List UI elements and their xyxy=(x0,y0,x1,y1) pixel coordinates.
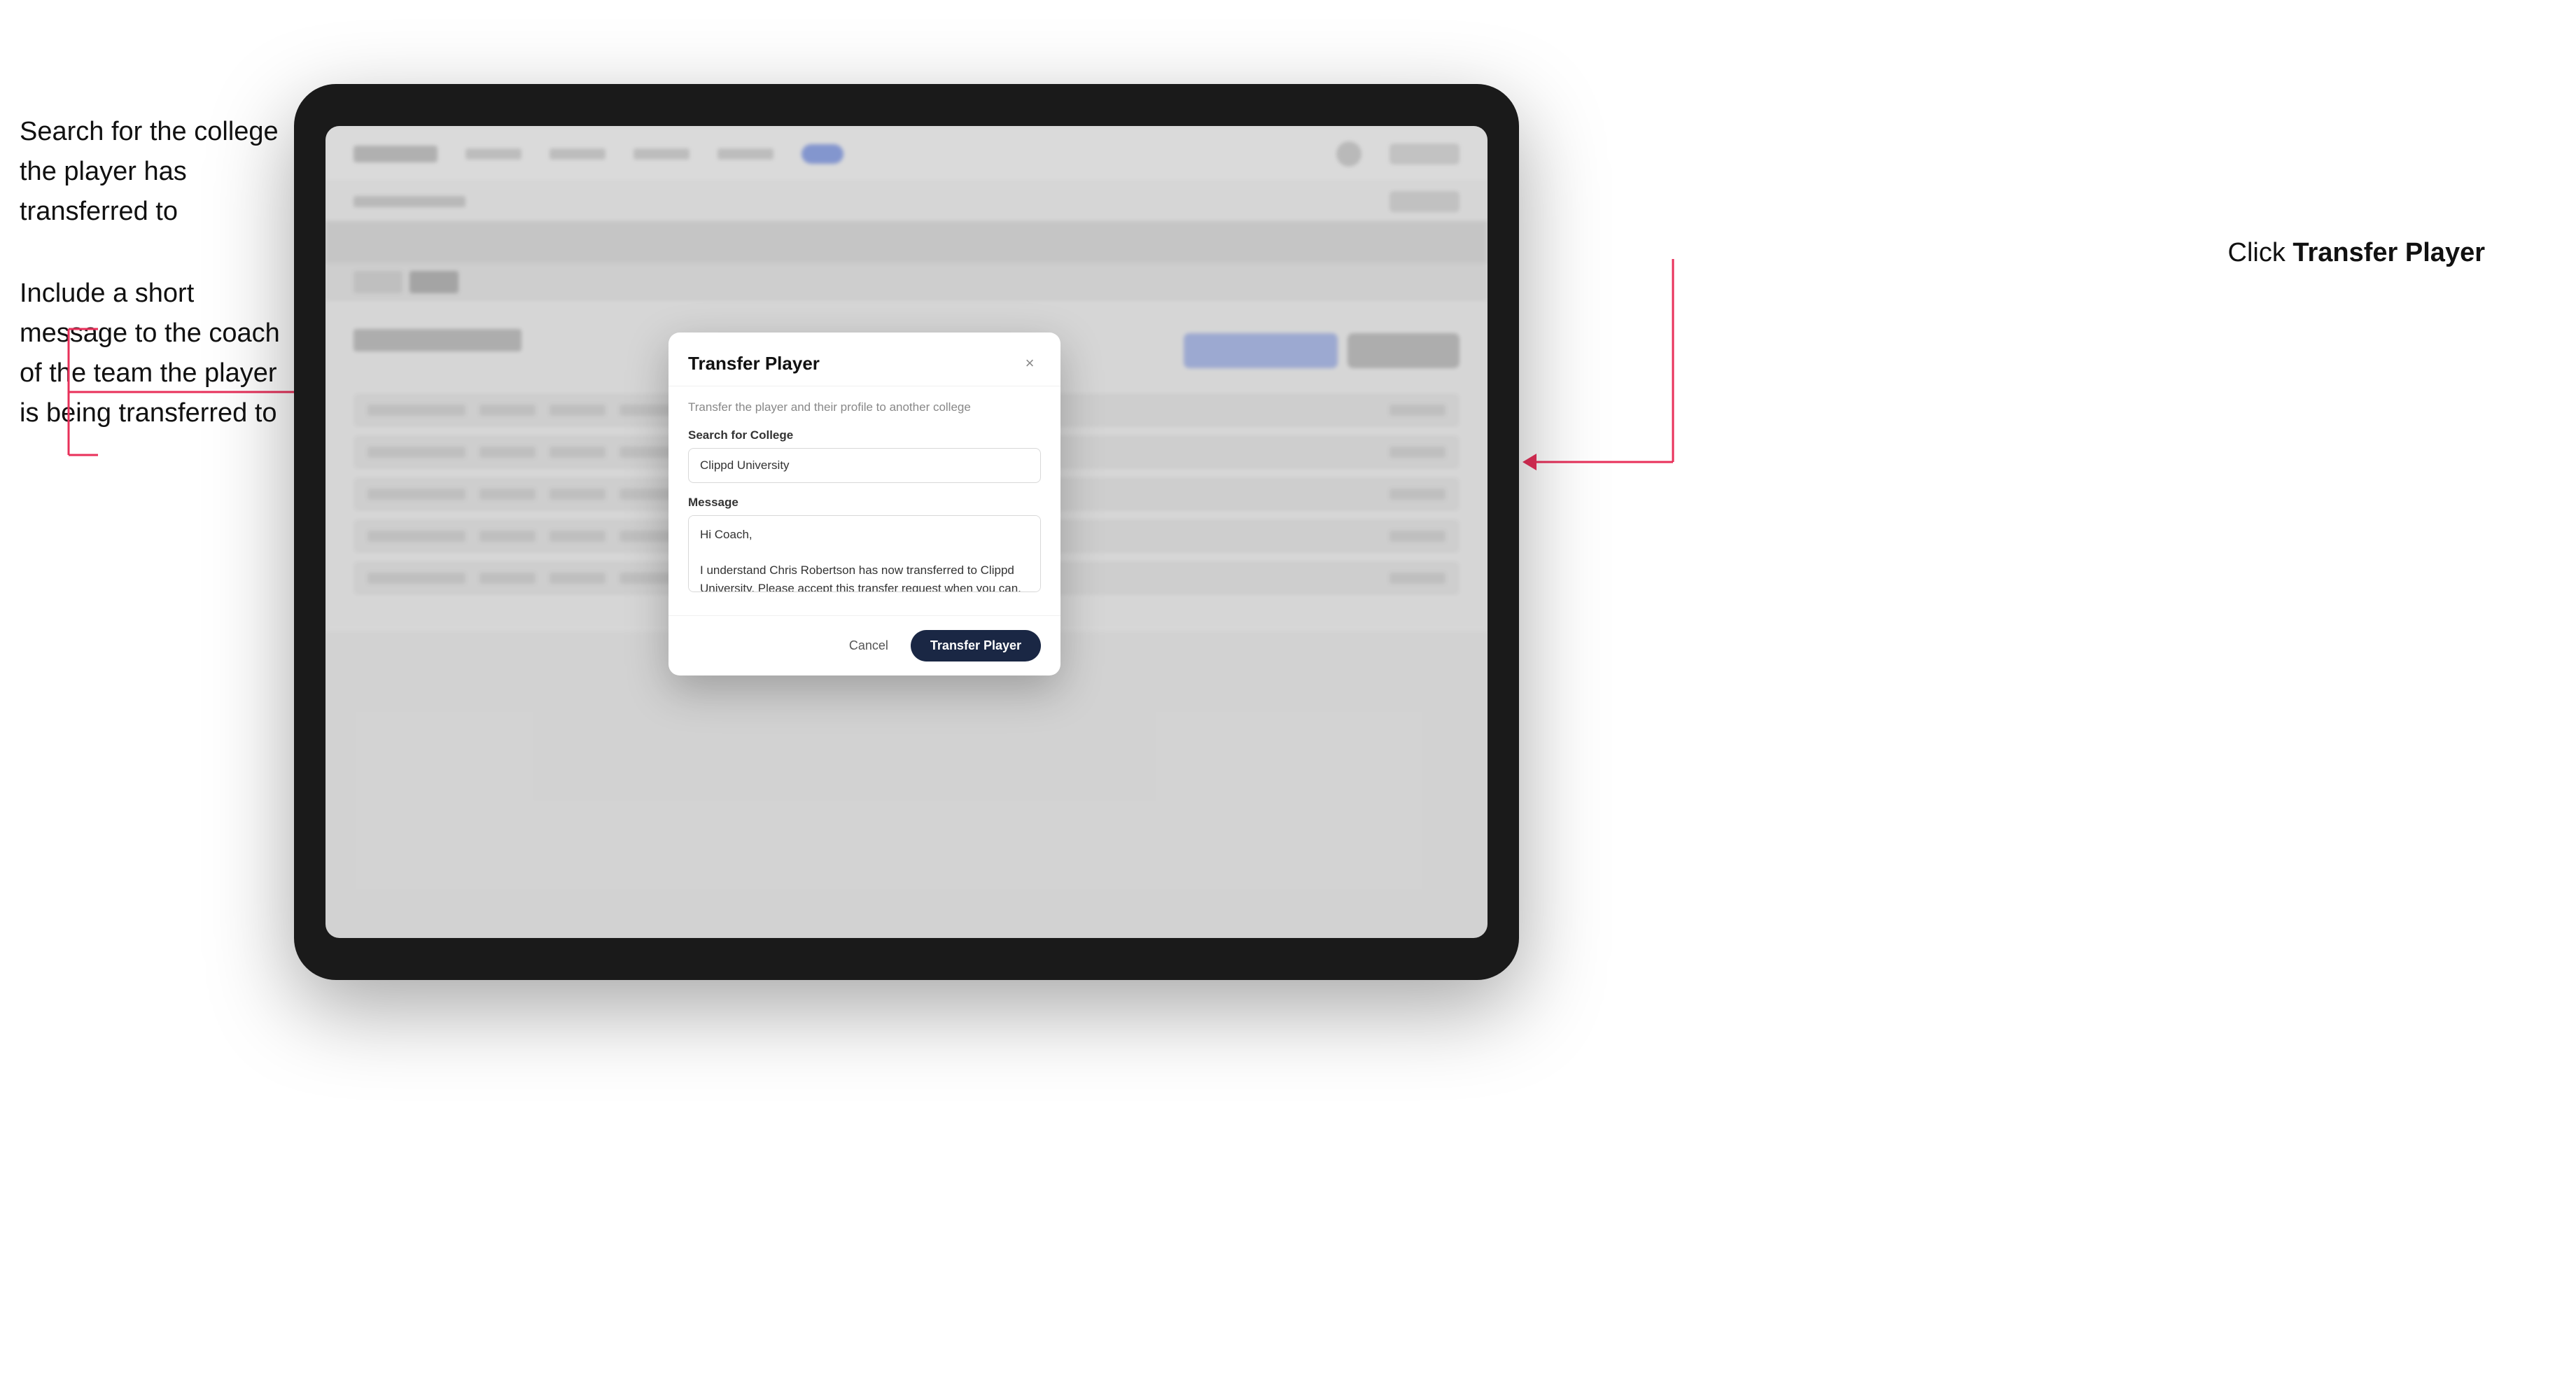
annotation-prefix: Click xyxy=(2228,238,2293,267)
right-annotation: Click Transfer Player xyxy=(2228,238,2486,268)
left-annotation: Search for the college the player has tr… xyxy=(20,112,286,475)
modal-body: Transfer the player and their profile to… xyxy=(668,386,1060,615)
modal-close-button[interactable]: × xyxy=(1018,352,1041,374)
search-college-label: Search for College xyxy=(688,428,1041,442)
transfer-player-modal: Transfer Player × Transfer the player an… xyxy=(668,332,1060,676)
modal-header: Transfer Player × xyxy=(668,332,1060,386)
modal-description: Transfer the player and their profile to… xyxy=(688,400,1041,414)
annotation-text-2: Include a short message to the coach of … xyxy=(20,274,286,433)
modal-footer: Cancel Transfer Player xyxy=(668,615,1060,676)
modal-title: Transfer Player xyxy=(688,353,820,374)
message-textarea[interactable]: Hi Coach, I understand Chris Robertson h… xyxy=(688,515,1041,592)
annotation-text-1: Search for the college the player has tr… xyxy=(20,112,286,232)
message-label: Message xyxy=(688,496,1041,510)
annotation-bold: Transfer Player xyxy=(2292,238,2485,267)
modal-overlay: Transfer Player × Transfer the player an… xyxy=(326,126,1488,938)
search-college-input[interactable] xyxy=(688,448,1041,483)
cancel-button[interactable]: Cancel xyxy=(838,631,899,660)
transfer-player-button[interactable]: Transfer Player xyxy=(911,630,1041,662)
tablet-frame: Transfer Player × Transfer the player an… xyxy=(294,84,1519,980)
tablet-screen: Transfer Player × Transfer the player an… xyxy=(326,126,1488,938)
